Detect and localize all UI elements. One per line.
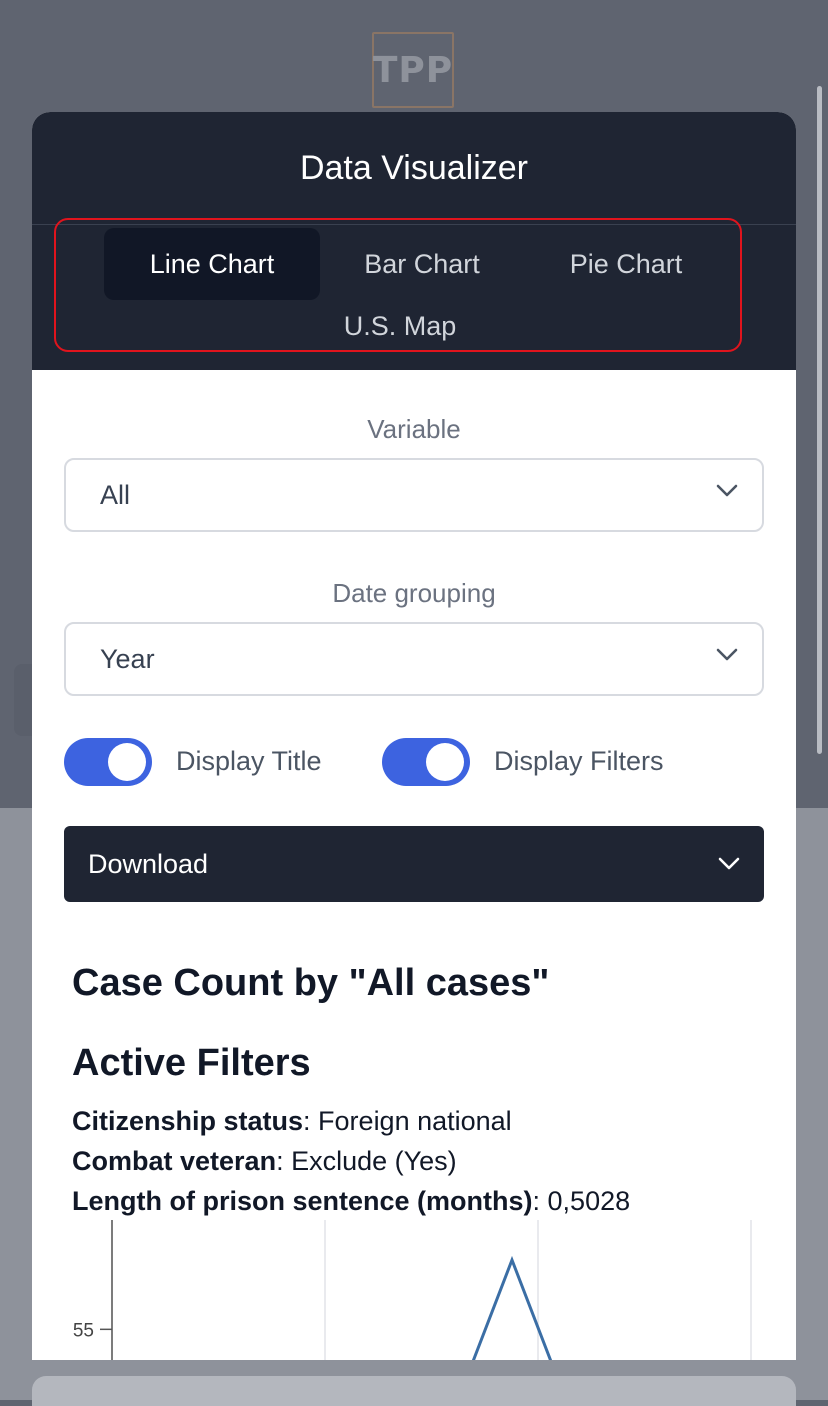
- series-line: [471, 1255, 553, 1360]
- chevron-down-icon: [716, 648, 738, 661]
- background-panel-edge: [14, 664, 34, 736]
- filter-name: Citizenship status: [72, 1106, 304, 1136]
- chart-title: Case Count by "All cases": [72, 962, 550, 1004]
- tab-pie-chart[interactable]: Pie Chart: [526, 228, 726, 300]
- page-scrollbar[interactable]: [817, 86, 822, 754]
- variable-select[interactable]: All: [64, 458, 764, 532]
- filter-value: 0,5028: [547, 1186, 631, 1216]
- toggle-knob: [108, 743, 146, 781]
- toggle-knob: [426, 743, 464, 781]
- filter-name: Length of prison sentence (months): [72, 1186, 533, 1216]
- display-title-label: Display Title: [176, 746, 322, 776]
- modal-title: Data Visualizer: [299, 148, 529, 187]
- display-filters-label: Display Filters: [494, 746, 664, 776]
- tab-bar-chart[interactable]: Bar Chart: [322, 228, 522, 300]
- y-tick-label: 55: [73, 1320, 94, 1341]
- variable-label: Variable: [367, 414, 461, 444]
- tab-us-map[interactable]: U.S. Map: [300, 306, 500, 346]
- filter-citizenship: Citizenship status: Foreign national: [72, 1106, 512, 1136]
- date-grouping-label: Date grouping: [332, 578, 496, 608]
- bottom-sheet-handle: [32, 1376, 796, 1406]
- chart-type-tabs: Line Chart Bar Chart Pie Chart U.S. Map: [54, 218, 742, 352]
- active-filters-heading: Active Filters: [72, 1042, 311, 1084]
- tpp-logo: TPP: [372, 32, 454, 108]
- line-chart: 5550: [73, 1220, 752, 1360]
- display-filters-toggle[interactable]: [382, 738, 470, 786]
- filter-prison-sentence: Length of prison sentence (months): 0,50…: [72, 1186, 631, 1216]
- chevron-down-icon: [716, 484, 738, 497]
- filter-name: Combat veteran: [72, 1146, 277, 1176]
- download-label: Download: [88, 849, 209, 879]
- y-axis-ticks: 5550: [73, 1320, 112, 1341]
- modal-header: Data Visualizer Line Chart Bar Chart Pie…: [32, 112, 796, 370]
- download-dropdown[interactable]: Download: [64, 826, 764, 902]
- chevron-down-icon: [718, 857, 740, 870]
- tab-line-chart[interactable]: Line Chart: [104, 228, 320, 300]
- filter-value: Exclude (Yes): [291, 1146, 457, 1176]
- variable-select-value: All: [100, 480, 131, 510]
- chart-grid: [111, 1220, 752, 1360]
- date-grouping-select[interactable]: Year: [64, 622, 764, 696]
- filter-combat-veteran: Combat veteran: Exclude (Yes): [72, 1146, 457, 1176]
- filter-value: Foreign national: [318, 1106, 512, 1136]
- date-grouping-select-value: Year: [100, 644, 155, 674]
- display-title-toggle[interactable]: [64, 738, 152, 786]
- data-visualizer-modal: Data Visualizer Line Chart Bar Chart Pie…: [32, 112, 796, 1360]
